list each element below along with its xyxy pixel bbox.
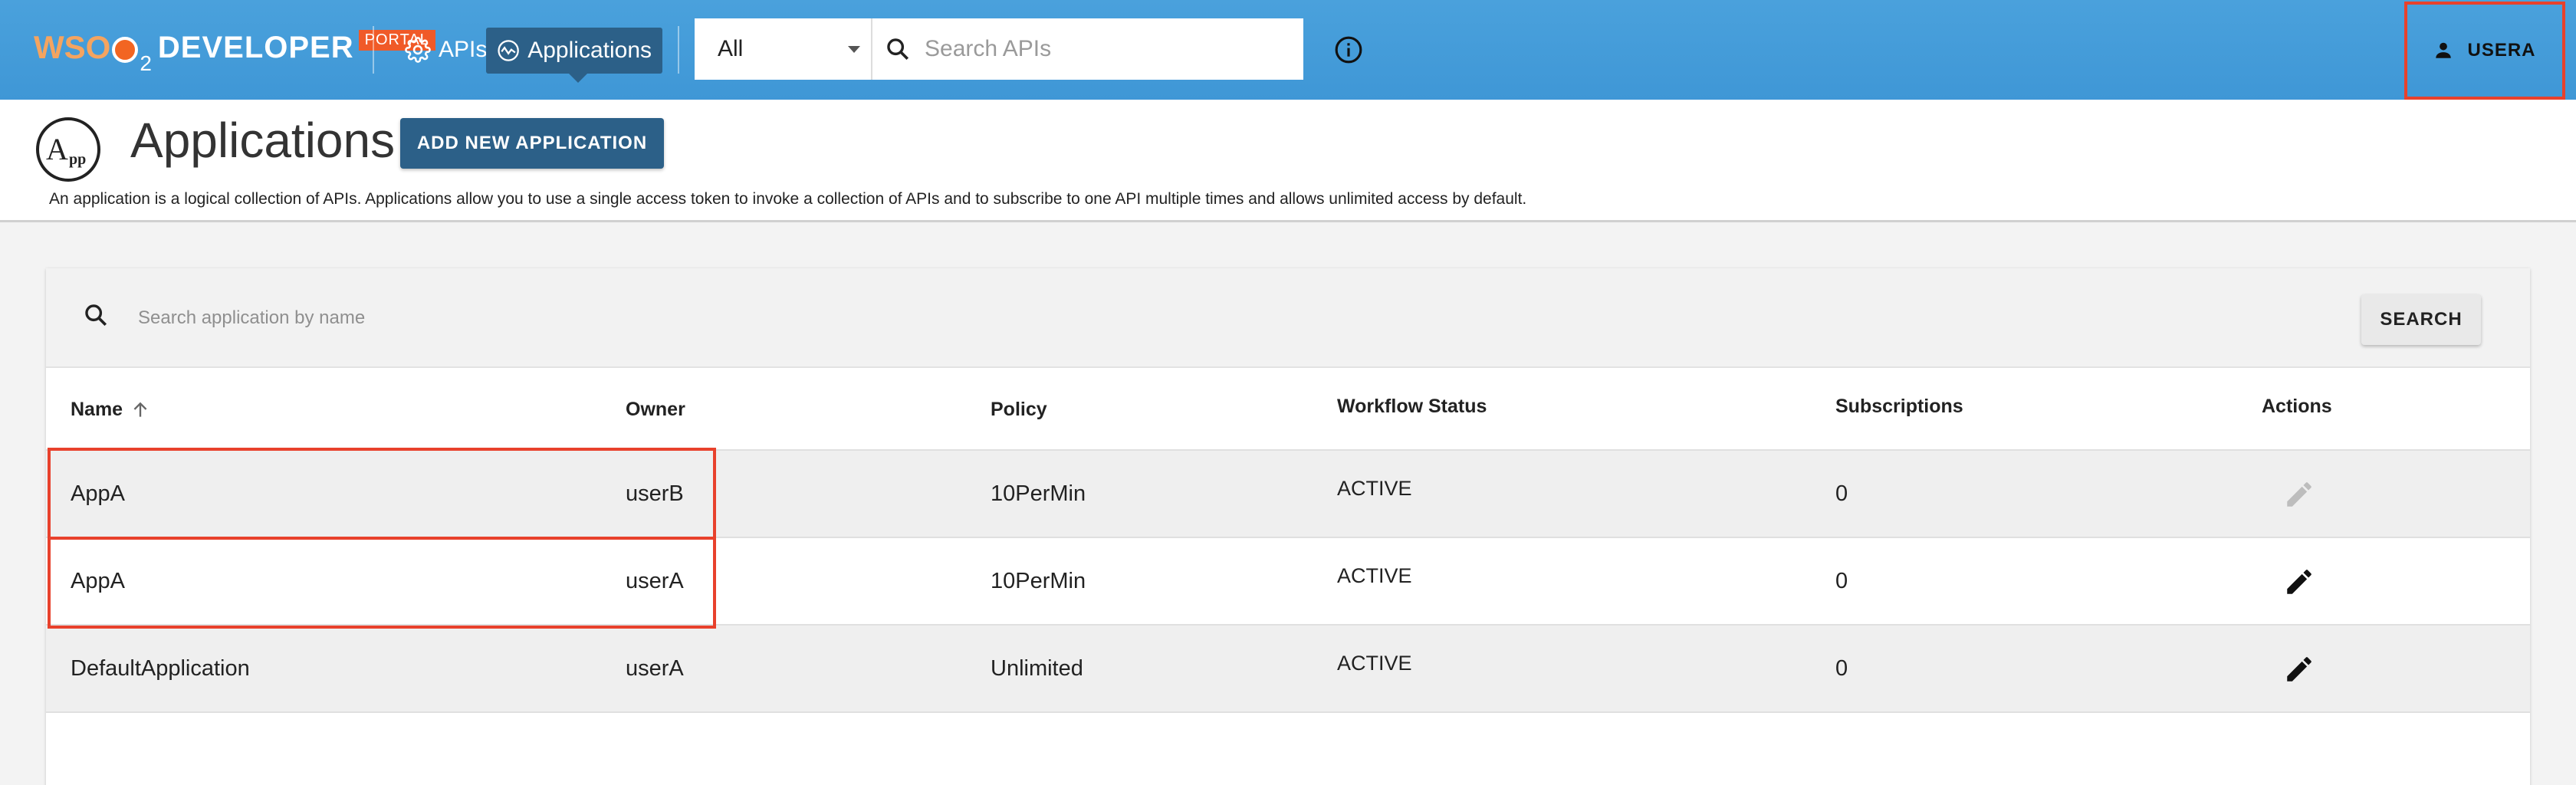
wso2-developer-portal-logo[interactable]: WSO 2 DEVELOPER PORTAL <box>34 25 435 75</box>
column-header-policy[interactable]: Policy <box>991 399 1047 421</box>
column-header-name[interactable]: Name <box>71 399 150 421</box>
search-icon <box>85 304 107 327</box>
page-description: An application is a logical collection o… <box>49 190 1527 208</box>
svg-text:pp: pp <box>69 151 86 168</box>
svg-text:A: A <box>46 132 68 166</box>
edit-icon[interactable] <box>2283 653 2315 685</box>
column-header-workflow-status: Workflow Status <box>1337 396 1487 417</box>
cell-workflow-status: ACTIVE <box>1337 564 1412 587</box>
caret-down-icon <box>848 46 860 53</box>
page-title: Applications <box>130 113 396 168</box>
column-header-actions: Actions <box>2262 396 2332 417</box>
nav-applications-label: Applications <box>527 38 652 63</box>
cell-subscriptions: 0 <box>1835 569 1848 593</box>
column-header-owner[interactable]: Owner <box>626 399 685 421</box>
nav-apis[interactable]: APIs <box>397 26 495 74</box>
table-row: AppA userB 10PerMin ACTIVE 0 <box>46 451 2530 538</box>
table-header: Name Owner Policy Workflow Status Subscr… <box>46 368 2530 451</box>
info-icon[interactable] <box>1334 35 1363 68</box>
user-name: USERA <box>2467 40 2536 61</box>
column-header-subscriptions: Subscriptions <box>1835 396 1963 417</box>
arrow-up-icon <box>133 402 147 417</box>
cell-owner: userB <box>626 481 684 506</box>
cell-owner: userA <box>626 656 684 681</box>
page-header: A pp Applications ADD NEW APPLICATION An… <box>0 100 2576 222</box>
cell-policy: 10PerMin <box>991 481 1086 506</box>
person-icon <box>2436 42 2452 58</box>
search-button[interactable]: SEARCH <box>2361 294 2481 345</box>
logo-brand: WSO 2 <box>34 29 152 75</box>
edit-icon[interactable] <box>2283 566 2315 598</box>
cell-name: DefaultApplication <box>71 656 250 681</box>
cell-subscriptions: 0 <box>1835 481 1848 506</box>
api-search-box <box>872 18 1303 80</box>
application-search-bar: SEARCH <box>46 268 2530 368</box>
cell-policy: 10PerMin <box>991 569 1086 593</box>
cell-name: AppA <box>71 569 125 593</box>
app-logo-icon: A pp <box>36 117 100 182</box>
add-new-application-button[interactable]: ADD NEW APPLICATION <box>400 118 664 169</box>
nav-applications[interactable]: Applications <box>486 28 662 83</box>
applications-icon <box>498 40 519 61</box>
cell-owner: userA <box>626 569 684 593</box>
table-row: DefaultApplication userA Unlimited ACTIV… <box>46 626 2530 713</box>
api-search-input[interactable] <box>925 36 1277 62</box>
cell-workflow-status: ACTIVE <box>1337 652 1412 675</box>
cell-name: AppA <box>71 481 125 506</box>
search-scope-select[interactable]: All <box>695 18 872 80</box>
nav-apis-label: APIs <box>439 37 488 62</box>
user-menu-button[interactable]: USERA <box>2404 2 2565 100</box>
application-search-input[interactable] <box>138 299 1058 337</box>
cell-policy: Unlimited <box>991 656 1083 681</box>
divider <box>373 26 374 74</box>
cell-workflow-status: ACTIVE <box>1337 477 1412 500</box>
applications-card: SEARCH Name Owner Policy Workflow Status… <box>46 268 2530 785</box>
edit-icon <box>2287 482 2312 507</box>
search-icon <box>887 38 909 61</box>
gear-icon <box>405 37 431 63</box>
search-scope-value: All <box>718 36 744 61</box>
api-search-group: All <box>695 18 1303 80</box>
cell-subscriptions: 0 <box>1835 656 1848 681</box>
logo-product: DEVELOPER <box>157 30 354 64</box>
divider <box>678 26 679 74</box>
top-bar: WSO 2 DEVELOPER PORTAL APIs Applications … <box>0 0 2576 100</box>
table-row: AppA userA 10PerMin ACTIVE 0 <box>46 538 2530 626</box>
